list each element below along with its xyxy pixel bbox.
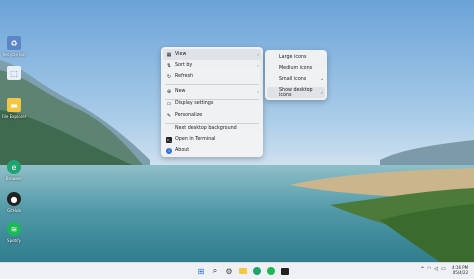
recycle-bin-icon: ♻ <box>7 36 21 50</box>
menu-item-personalize[interactable]: ✎ Personalize <box>163 110 261 121</box>
desktop-icon-spotify[interactable]: ≋ Spotify <box>1 222 27 243</box>
battery-icon[interactable]: ▭ <box>441 266 446 272</box>
menu-item-open-terminal[interactable]: >_ Open in Terminal <box>163 134 261 145</box>
github-icon: ● <box>7 192 21 206</box>
menu-separator <box>165 84 259 85</box>
info-icon: i <box>166 147 172 154</box>
desktop-icon-github[interactable]: ● GitHub <box>1 192 27 213</box>
edge-icon[interactable] <box>252 266 262 276</box>
menu-item-about[interactable]: i About <box>163 145 261 156</box>
chevron-up-icon[interactable]: ⌃ <box>420 266 425 273</box>
desktop-icon-browser[interactable]: e Browser <box>1 160 27 181</box>
spotify-icon: ≋ <box>7 222 21 236</box>
taskbar: ⊞ ⌕ ⚙ ⌃ ◠ ◁ ▭ 4:16 PM 05/4/22 <box>0 262 474 279</box>
pen-icon: ✎ <box>166 112 172 119</box>
folder-icon: ▬ <box>7 98 21 112</box>
sort-icon: ⇅ <box>166 62 172 69</box>
menu-item-new[interactable]: ⊕ New › <box>163 86 261 97</box>
refresh-icon: ↻ <box>166 73 172 80</box>
desktop-icon-store[interactable]: ⬚ <box>1 66 27 80</box>
submenu-item-small-icons[interactable]: Small icons • <box>267 74 325 85</box>
desktop-icon-recycle-bin[interactable]: ♻ Recycle Bin <box>1 36 27 57</box>
chevron-right-icon: › <box>257 52 259 57</box>
desktop-context-menu: ▦ View › ⇅ Sort by › ↻ Refresh ⊕ New › ▭… <box>161 47 263 157</box>
wifi-icon[interactable]: ◠ <box>427 266 431 272</box>
grid-view-icon: ▦ <box>166 51 172 58</box>
menu-item-next-background[interactable]: Next desktop background <box>163 123 261 134</box>
display-icon: ▭ <box>166 100 172 107</box>
menu-item-refresh[interactable]: ↻ Refresh <box>163 71 261 82</box>
radio-dot-icon: • <box>320 77 324 82</box>
submenu-item-large-icons[interactable]: Large icons <box>267 52 325 63</box>
search-icon[interactable]: ⌕ <box>210 266 220 276</box>
menu-item-view[interactable]: ▦ View › <box>163 49 261 60</box>
spotify-icon[interactable] <box>266 266 276 276</box>
clock[interactable]: 4:16 PM 05/4/22 <box>452 265 468 275</box>
plus-icon: ⊕ <box>166 88 172 95</box>
edge-icon: e <box>7 160 21 174</box>
store-icon: ⬚ <box>7 66 21 80</box>
menu-item-sort-by[interactable]: ⇅ Sort by › <box>163 60 261 71</box>
chevron-right-icon: › <box>257 63 259 68</box>
file-explorer-icon[interactable] <box>238 266 248 276</box>
view-submenu: Large icons Medium icons Small icons • S… <box>265 50 327 100</box>
terminal-icon: >_ <box>166 136 172 143</box>
submenu-item-medium-icons[interactable]: Medium icons <box>267 63 325 74</box>
chevron-right-icon: › <box>257 89 259 94</box>
desktop-icon-file-explorer[interactable]: ▬ File Explorer <box>1 98 27 119</box>
windows-start-icon[interactable]: ⊞ <box>196 266 206 276</box>
volume-icon[interactable]: ◁ <box>434 266 438 272</box>
menu-item-display-settings[interactable]: ▭ Display settings <box>163 98 261 109</box>
checkmark-icon: ✓ <box>320 90 324 95</box>
submenu-item-show-desktop-icons[interactable]: Show desktop icons ✓ <box>267 87 325 98</box>
settings-icon[interactable]: ⚙ <box>224 266 234 276</box>
terminal-icon[interactable] <box>280 266 290 276</box>
